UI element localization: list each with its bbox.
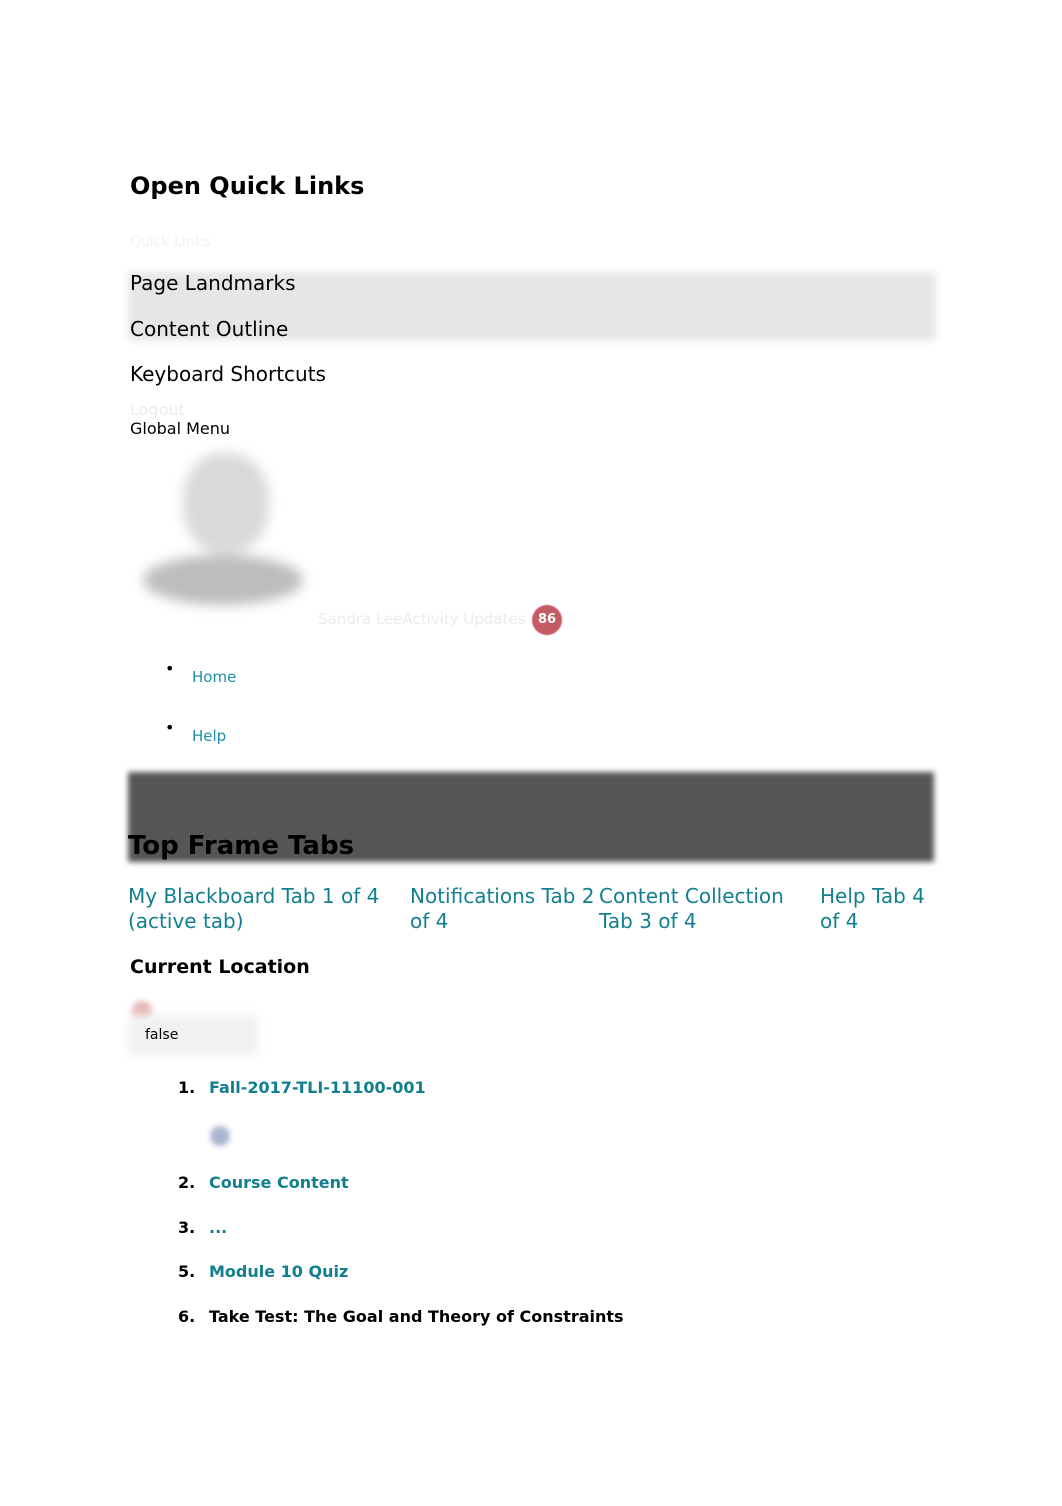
logout-link[interactable]: Logout bbox=[130, 400, 185, 419]
nav-link-help[interactable]: Help bbox=[192, 727, 226, 745]
breadcrumb-item: 1. Fall-2017-TLI-11100-001 bbox=[178, 1078, 778, 1100]
quick-link-content-outline[interactable]: Content Outline bbox=[130, 317, 288, 341]
breadcrumb-number: 1. bbox=[178, 1078, 196, 1097]
tab-content-collection[interactable]: Content Collection Tab 3 of 4 bbox=[599, 884, 814, 934]
breadcrumb-number: 2. bbox=[178, 1173, 196, 1192]
avatar[interactable] bbox=[135, 445, 310, 615]
breadcrumb-item: 5. Module 10 Quiz bbox=[178, 1262, 778, 1284]
nav-link-home[interactable]: Home bbox=[192, 668, 236, 686]
activity-count: 86 bbox=[538, 612, 557, 627]
user-name-activity-updates[interactable]: Sandra LeeActivity Updates bbox=[318, 610, 525, 628]
avatar-body-icon bbox=[143, 555, 303, 605]
breadcrumb-link-module-quiz[interactable]: Module 10 Quiz bbox=[209, 1262, 348, 1281]
tab-notifications[interactable]: Notifications Tab 2 of 4 bbox=[410, 884, 595, 934]
breadcrumb-number: 5. bbox=[178, 1262, 196, 1281]
breadcrumb-link-course-content[interactable]: Course Content bbox=[209, 1173, 349, 1192]
top-frame-tabs-heading: Top Frame Tabs bbox=[128, 831, 355, 861]
current-location-heading: Current Location bbox=[130, 956, 310, 978]
breadcrumb-number: 3. bbox=[178, 1218, 196, 1237]
tab-help[interactable]: Help Tab 4 of 4 bbox=[820, 884, 950, 934]
quick-link-page-landmarks[interactable]: Page Landmarks bbox=[130, 271, 296, 295]
breadcrumb-number: 6. bbox=[178, 1307, 196, 1326]
location-toggle-value: false bbox=[145, 1027, 179, 1043]
breadcrumb-item: 3. ... bbox=[178, 1218, 778, 1240]
breadcrumb-link-ellipsis[interactable]: ... bbox=[209, 1218, 227, 1237]
quick-links-label: Quick Links bbox=[130, 234, 211, 250]
breadcrumb-item: 2. Course Content bbox=[178, 1173, 778, 1195]
breadcrumb-current-page: Take Test: The Goal and Theory of Constr… bbox=[209, 1307, 624, 1326]
global-menu-label[interactable]: Global Menu bbox=[130, 419, 230, 438]
open-quick-links-heading[interactable]: Open Quick Links bbox=[130, 172, 364, 200]
breadcrumb-link-course[interactable]: Fall-2017-TLI-11100-001 bbox=[209, 1078, 426, 1097]
course-menu-icon[interactable] bbox=[210, 1126, 230, 1146]
tab-my-blackboard[interactable]: My Blackboard Tab 1 of 4 (active tab) bbox=[128, 884, 398, 934]
quick-link-keyboard-shortcuts[interactable]: Keyboard Shortcuts bbox=[130, 362, 326, 386]
breadcrumb-item: 6. Take Test: The Goal and Theory of Con… bbox=[178, 1307, 778, 1329]
avatar-head-icon bbox=[183, 453, 269, 553]
